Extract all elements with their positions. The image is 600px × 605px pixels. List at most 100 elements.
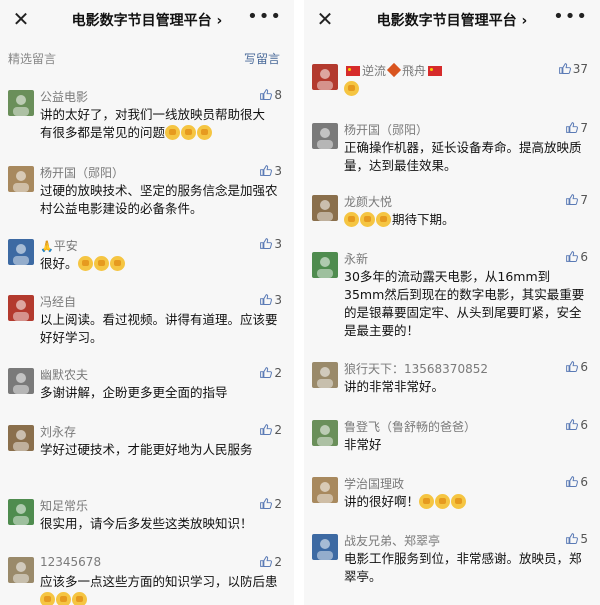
- thumbs-up-emoji-icon: [451, 494, 467, 509]
- comment-username[interactable]: 🙏平安: [40, 237, 78, 254]
- comment-text: 非常好: [344, 436, 586, 454]
- username-text: 杨开国（郧阳）: [344, 123, 429, 137]
- comment-text: 讲的非常非常好。: [344, 378, 586, 396]
- like-button[interactable]: 2: [259, 555, 282, 569]
- thumbs-up-emoji-icon: [77, 256, 93, 271]
- thumbs-up-icon: [558, 62, 573, 76]
- comment-text: 电影工作服务到位，非常感谢。放映员，郑翠亭。: [344, 550, 586, 586]
- username-part: 逆流: [362, 64, 387, 78]
- username-text: 杨开国（郧阳）: [40, 166, 125, 180]
- username-text: 狼行天下：13568370852: [344, 362, 488, 376]
- like-button[interactable]: 37: [558, 62, 588, 76]
- like-button[interactable]: 6: [565, 360, 588, 374]
- avatar[interactable]: [8, 368, 34, 394]
- like-button[interactable]: 6: [565, 418, 588, 432]
- thumbs-up-icon: [565, 532, 580, 546]
- comment-username[interactable]: 幽默农夫: [40, 366, 88, 383]
- like-button[interactable]: 3: [259, 237, 282, 251]
- like-button[interactable]: 8: [259, 88, 282, 102]
- like-count: 6: [580, 360, 588, 374]
- like-button[interactable]: 7: [565, 193, 588, 207]
- thumbs-up-emoji-icon: [197, 125, 213, 140]
- comment-username[interactable]: 杨开国（郧阳）: [40, 164, 124, 181]
- thumbs-up-icon: [259, 497, 274, 511]
- like-button[interactable]: 2: [259, 497, 282, 511]
- comment-text: 讲的很好啊！: [344, 493, 586, 511]
- thumbs-up-emoji-icon: [93, 256, 109, 271]
- comment-body: 讲的非常非常好。: [344, 379, 445, 394]
- comment-username[interactable]: 公益电影: [40, 88, 88, 105]
- right-panel: ✕ 电影数字节目管理平台 › ••• 逆流 飛舟 37 杨开国（郧阳） 7 正确操作机器，…: [304, 0, 600, 605]
- comment-text: 以上阅读。看过视频。讲得有道理。应该要好好学习。: [40, 311, 280, 347]
- comment-username[interactable]: 12345678: [40, 555, 101, 569]
- avatar[interactable]: [312, 123, 338, 149]
- comment-username[interactable]: 刘永存: [40, 423, 76, 440]
- thumbs-up-icon: [259, 164, 274, 178]
- comment-username[interactable]: 冯经自: [40, 293, 76, 310]
- thumbs-up-icon: [259, 237, 274, 251]
- avatar[interactable]: [312, 252, 338, 278]
- avatar[interactable]: [312, 477, 338, 503]
- thumbs-up-emoji-icon: [40, 592, 55, 605]
- china-flag-icon: [346, 66, 360, 76]
- comment-text: 很实用，请今后多发些这类放映知识！: [40, 515, 280, 533]
- avatar[interactable]: [312, 420, 338, 446]
- comment-username[interactable]: 龙颜大悦: [344, 193, 392, 210]
- like-button[interactable]: 6: [565, 250, 588, 264]
- thumbs-up-icon: [565, 418, 580, 432]
- pray-icon: 🙏: [40, 240, 54, 253]
- thumbs-up-emoji-icon: [435, 494, 451, 509]
- avatar[interactable]: [8, 166, 34, 192]
- comment-text: 正确操作机器，延长设备寿命。提高放映质量，达到最佳效果。: [344, 139, 586, 175]
- like-button[interactable]: 3: [259, 164, 282, 178]
- like-count: 2: [274, 497, 282, 511]
- avatar[interactable]: [312, 64, 338, 90]
- thumbs-up-icon: [565, 360, 580, 374]
- comment-username[interactable]: 学治国理政: [344, 475, 404, 492]
- comment-username[interactable]: 杨开国（郧阳）: [344, 121, 428, 138]
- more-icon[interactable]: •••: [553, 6, 588, 27]
- thumbs-up-icon: [565, 250, 580, 264]
- avatar[interactable]: [8, 295, 34, 321]
- comment-username[interactable]: 战友兄弟、郑翠亭: [344, 532, 440, 549]
- more-icon[interactable]: •••: [247, 6, 282, 27]
- avatar[interactable]: [8, 425, 34, 451]
- avatar[interactable]: [8, 499, 34, 525]
- avatar[interactable]: [312, 534, 338, 560]
- comment-body: 很实用，请今后多发些这类放映知识！: [40, 516, 253, 531]
- comment-username[interactable]: 逆流 飛舟: [344, 62, 444, 79]
- thumbs-up-emoji-icon: [109, 256, 125, 271]
- avatar[interactable]: [8, 557, 34, 583]
- thumbs-up-emoji-icon: [165, 125, 181, 140]
- like-count: 7: [580, 121, 588, 135]
- left-panel: ✕ 电影数字节目管理平台 › ••• 精选留言 写留言 公益电影 8 讲的太好了，对…: [0, 0, 294, 605]
- like-button[interactable]: 2: [259, 366, 282, 380]
- avatar[interactable]: [8, 239, 34, 265]
- like-count: 3: [274, 237, 282, 251]
- like-button[interactable]: 3: [259, 293, 282, 307]
- avatar[interactable]: [8, 90, 34, 116]
- comment-username[interactable]: 永新: [344, 250, 368, 267]
- comment-body: 很好。: [40, 256, 78, 271]
- comment-text: 过硬的放映技术、坚定的服务信念是加强农村公益电影建设的必备条件。: [40, 182, 280, 218]
- thumbs-up-icon: [565, 193, 580, 207]
- comment-body: 期待下期。: [392, 212, 455, 227]
- username-text: 学治国理政: [344, 477, 405, 491]
- like-button[interactable]: 2: [259, 423, 282, 437]
- thumbs-up-icon: [259, 423, 274, 437]
- comment-username[interactable]: 知足常乐: [40, 497, 88, 514]
- like-button[interactable]: 5: [565, 532, 588, 546]
- comment-body: 电影工作服务到位，非常感谢。放映员，郑翠亭。: [344, 551, 582, 584]
- thumbs-up-icon: [259, 555, 274, 569]
- like-count: 8: [274, 88, 282, 102]
- comment-username[interactable]: 鲁登飞（鲁舒畅的爸爸）: [344, 418, 476, 435]
- avatar[interactable]: [312, 362, 338, 388]
- username-text: 平安: [53, 239, 78, 253]
- avatar[interactable]: [312, 195, 338, 221]
- like-button[interactable]: 7: [565, 121, 588, 135]
- like-button[interactable]: 6: [565, 475, 588, 489]
- like-count: 37: [572, 62, 588, 76]
- write-comment-button[interactable]: 写留言: [244, 50, 280, 67]
- comment-username[interactable]: 狼行天下：13568370852: [344, 360, 488, 377]
- like-count: 7: [580, 193, 588, 207]
